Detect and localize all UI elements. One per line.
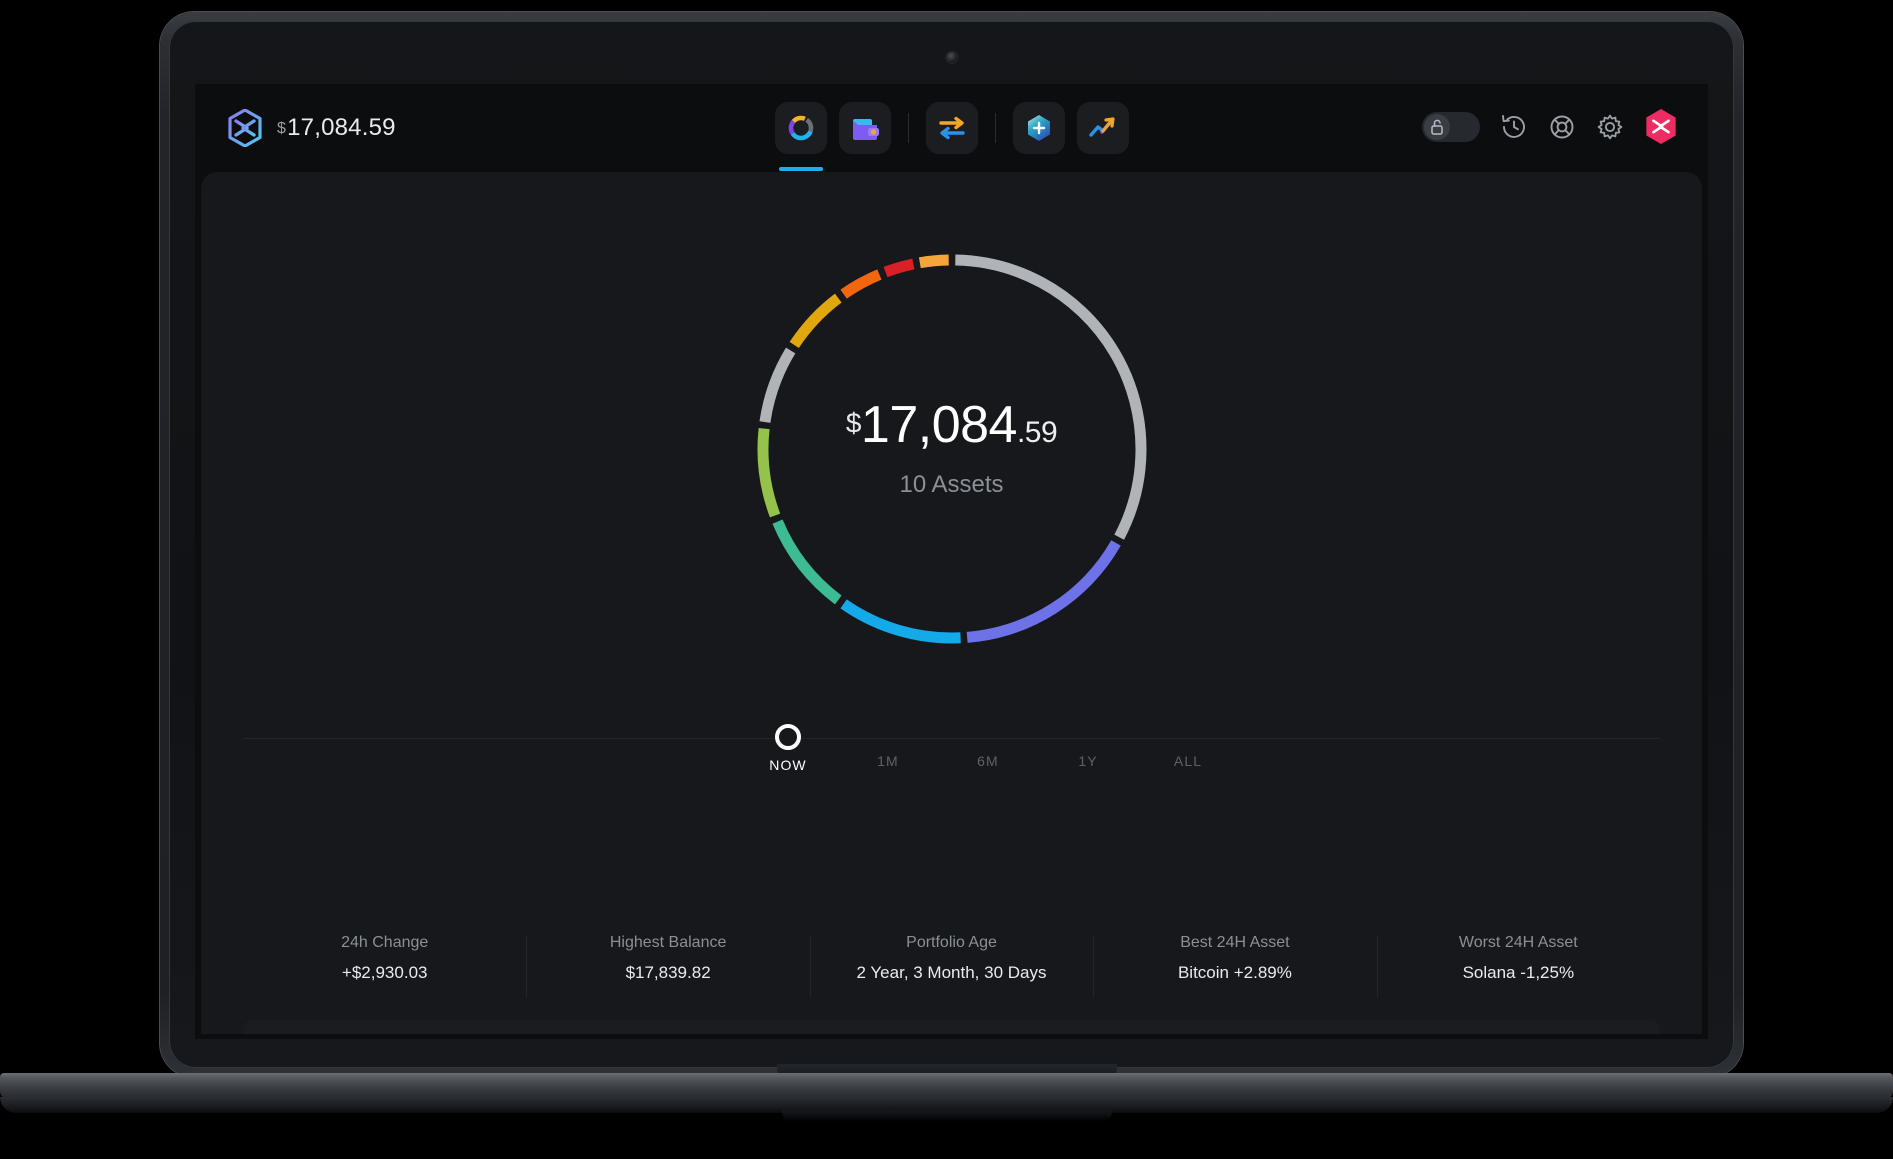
toolbar	[1422, 108, 1678, 145]
donut-segment	[918, 254, 949, 269]
donut-segment	[839, 269, 882, 299]
card-filters: With balance Favorite	[1405, 1020, 1640, 1034]
donut-segment	[789, 293, 842, 349]
history-clock-icon[interactable]	[1500, 113, 1528, 141]
gear-icon[interactable]	[1596, 113, 1624, 141]
nav-item-wallet[interactable]	[838, 102, 891, 154]
trending-up-icon	[1088, 117, 1115, 137]
stat-label: Best 24H Asset	[1180, 934, 1290, 951]
portfolio-stats: 24h Change +$2,930.03 Highest Balance $17,8…	[243, 934, 1660, 1004]
donut-segment	[758, 347, 795, 423]
time-range-selector: NOW 1M 6M 1Y ALL	[243, 724, 1660, 784]
donut-segment	[839, 599, 961, 644]
donut-chart-icon	[788, 115, 813, 141]
donut-segment	[883, 258, 915, 278]
hexagon-plus-icon	[1027, 115, 1050, 141]
stat-value: Bitcoin +2.89%	[1177, 963, 1292, 982]
stat-best-24h-asset: Best 24H Asset Bitcoin +2.89%	[1093, 934, 1376, 1004]
stat-24h-change: 24h Change +$2,930.03	[243, 934, 526, 1004]
nav-item-portfolio[interactable]	[774, 102, 827, 171]
portfolio-donut-chart[interactable]: $17,084.59 10 Assets	[717, 214, 1187, 684]
brand-area[interactable]: $17,084.59	[227, 109, 396, 147]
laptop-deck-body	[0, 1073, 1893, 1099]
stat-value: +$2,930.03	[341, 963, 428, 982]
webcam-icon	[946, 52, 957, 63]
stat-portfolio-age: Portfolio Age 2 Year, 3 Month, 30 Days	[809, 934, 1093, 1004]
stat-value: $17,839.82	[625, 963, 711, 982]
main-panel: $17,084.59 10 Assets NOW 1M 6M 1Y ALL 24h Ch…	[201, 172, 1702, 1034]
range-all[interactable]: ALL	[1128, 724, 1248, 769]
laptop-device: $17,084.59 $17,084.59 10 Assets NOW 1M 6…	[160, 12, 1743, 1077]
stat-worst-24h-asset: Worst 24H Asset Solana -1,25%	[1376, 934, 1660, 1004]
avatar[interactable]	[1644, 108, 1678, 145]
lock-toggle[interactable]	[1422, 111, 1480, 142]
screenshot-stage: $17,084.59 $17,084.59 10 Assets NOW 1M 6…	[0, 0, 1893, 1159]
top-bar: $17,084.59	[195, 84, 1708, 172]
range-label: ALL	[1173, 753, 1203, 769]
wallet-icon	[852, 119, 879, 140]
stat-highest-balance: Highest Balance $17,839.82	[526, 934, 809, 1004]
stat-label: Portfolio Age	[906, 934, 997, 951]
donut-segment	[966, 540, 1121, 643]
card-tabs: OVERVIEWPRICE ACTIONPORTFOLIO	[243, 1020, 654, 1034]
swap-arrows-icon	[938, 116, 965, 140]
donut-segment	[771, 519, 842, 605]
unlock-icon	[1431, 119, 1443, 135]
donut-svg	[757, 254, 1146, 644]
nav-item-exchange[interactable]	[925, 102, 978, 154]
donut-segment	[757, 427, 780, 518]
stat-value: 2 Year, 3 Month, 30 Days	[856, 963, 1047, 982]
nav-divider-1	[907, 113, 909, 143]
lifebuoy-icon[interactable]	[1548, 113, 1576, 141]
primary-nav	[774, 102, 1129, 171]
stat-label: Highest Balance	[609, 934, 727, 951]
header-balance: $17,084.59	[277, 114, 396, 141]
laptop-foot	[781, 1110, 1112, 1122]
stat-label: 24h Change	[341, 934, 429, 951]
donut-segment	[954, 254, 1146, 540]
laptop-base	[0, 1064, 1893, 1122]
nav-divider-2	[994, 113, 996, 143]
assets-card: OVERVIEWPRICE ACTIONPORTFOLIO With balan…	[243, 1020, 1660, 1034]
header-balance-amount: 17,084.59	[287, 114, 396, 141]
nav-item-earn[interactable]	[1076, 102, 1129, 154]
lock-toggle-knob	[1424, 113, 1450, 140]
nav-item-buy[interactable]	[1012, 102, 1065, 154]
stat-value: Solana -1,25%	[1462, 963, 1575, 982]
range-marker	[775, 724, 801, 750]
exodus-logo-icon	[228, 109, 262, 147]
app-screen: $17,084.59 $17,084.59 10 Assets NOW 1M 6…	[195, 84, 1708, 1039]
stat-label: Worst 24H Asset	[1458, 934, 1578, 951]
